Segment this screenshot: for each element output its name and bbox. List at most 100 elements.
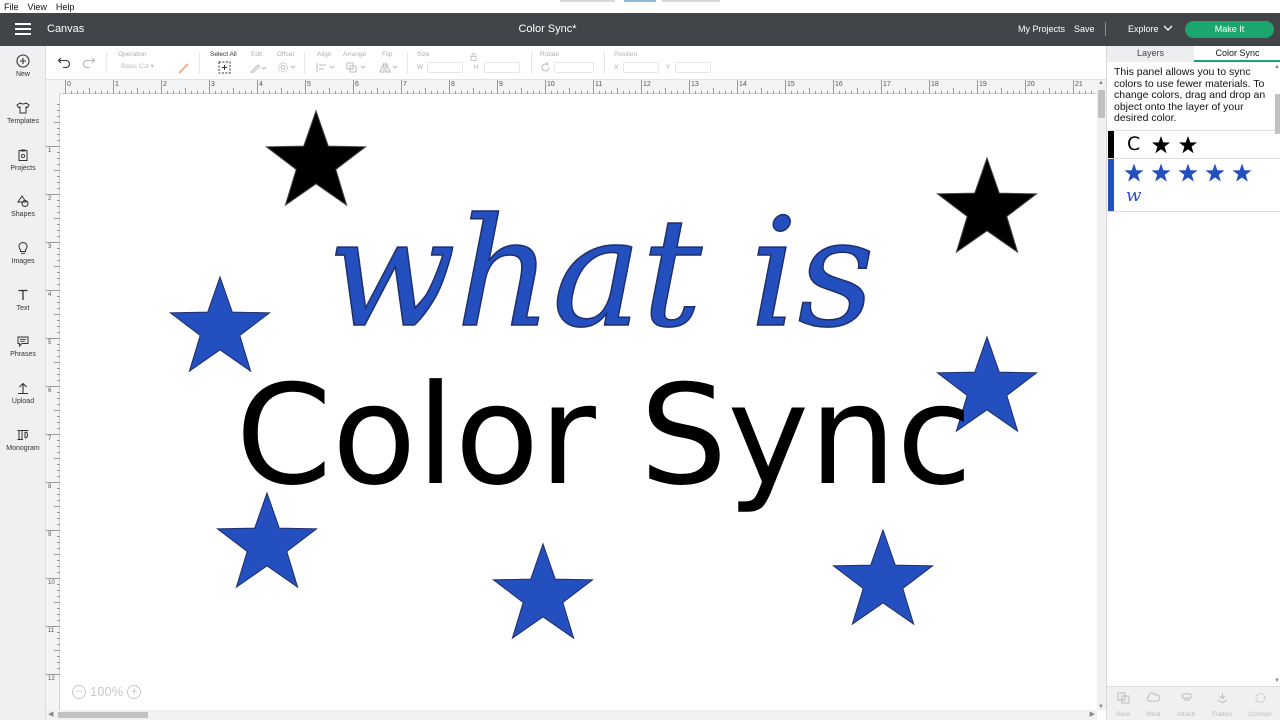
ruler-tick <box>57 392 60 393</box>
contour-button[interactable]: Contour <box>1245 691 1275 718</box>
ruler-tick <box>57 536 60 537</box>
ruler-tick <box>983 91 984 94</box>
menu-file[interactable]: File <box>4 2 19 12</box>
zoom-out-button[interactable]: − <box>72 684 86 699</box>
select-all-icon[interactable] <box>218 61 231 74</box>
menu-view[interactable]: View <box>28 2 47 12</box>
layer-thumb-stars-black[interactable] <box>1151 135 1207 155</box>
scrollbar-thumb[interactable] <box>1275 94 1280 134</box>
rotate-input[interactable] <box>554 62 594 73</box>
ruler-tick <box>57 212 60 213</box>
flip-icon[interactable] <box>379 62 399 73</box>
layer-thumb-letter[interactable]: C <box>1127 133 1140 155</box>
rotate-icon <box>541 62 550 72</box>
weld-button[interactable]: Weld <box>1138 691 1168 718</box>
ruler-tick <box>1025 80 1026 94</box>
ruler-tick <box>509 91 510 94</box>
operation-select[interactable]: Basic Cut ▾ <box>118 62 173 73</box>
zoom-in-button[interactable]: + <box>127 684 142 699</box>
ruler-tick <box>971 91 972 94</box>
ruler-tick <box>57 464 60 465</box>
ruler-tick <box>443 91 444 94</box>
redo-icon[interactable] <box>82 56 96 68</box>
make-it-button[interactable]: Make It <box>1185 21 1274 38</box>
sidebar-item-projects[interactable]: Projects <box>0 148 46 172</box>
ruler-number: 5 <box>307 81 311 88</box>
sidebar-item-monogram[interactable]: Monogram <box>0 428 46 452</box>
ruler-tick <box>57 374 60 375</box>
ruler-tick <box>57 380 60 381</box>
ruler-number: 8 <box>451 81 455 88</box>
flatten-icon <box>1217 693 1227 704</box>
menu-help[interactable]: Help <box>56 2 75 12</box>
edit-label: Edit <box>251 51 263 58</box>
sidebar-item-upload[interactable]: Upload <box>0 381 46 405</box>
position-x-input[interactable] <box>623 62 659 73</box>
scrollbar-thumb[interactable] <box>58 712 148 718</box>
tab-layers[interactable]: Layers <box>1107 46 1194 62</box>
star-black-2[interactable] <box>936 157 1038 253</box>
arrange-icon[interactable] <box>346 62 368 73</box>
canvas-text-what-is[interactable]: what is <box>327 186 876 362</box>
ruler-tick <box>275 91 276 94</box>
ruler-tick <box>941 91 942 94</box>
sidebar-item-phrases[interactable]: Phrases <box>0 334 46 358</box>
ruler-tick <box>1085 91 1086 94</box>
layer-thumb-letter[interactable]: w <box>1126 185 1141 206</box>
sidebar-item-new[interactable]: New <box>0 54 46 78</box>
design-canvas[interactable]: what is Color Sync <box>61 95 1097 710</box>
ruler-tick <box>857 88 858 94</box>
sidebar-item-label: Templates <box>7 118 39 125</box>
ruler-tick <box>57 566 60 567</box>
sidebar-item-shapes[interactable]: Shapes <box>0 194 46 218</box>
star-blue-5[interactable] <box>832 529 934 625</box>
save-button[interactable]: Save <box>1074 24 1095 34</box>
my-projects-button[interactable]: My Projects <box>1018 24 1065 34</box>
ruler-tick <box>899 91 900 94</box>
align-icon[interactable] <box>316 62 336 73</box>
ruler-tick <box>359 91 360 94</box>
chevron-down-icon[interactable] <box>1163 24 1173 32</box>
ruler-tick <box>65 80 66 94</box>
panel-scrollbar[interactable]: ▲ ▼ <box>1274 64 1280 684</box>
ruler-tick <box>1079 91 1080 94</box>
explore-button[interactable]: Explore <box>1128 24 1159 34</box>
ruler-tick <box>57 260 60 261</box>
arrange-label: Arrange <box>343 51 367 58</box>
slice-button[interactable]: Slice <box>1108 691 1138 718</box>
color-sync-row-black[interactable]: C <box>1107 130 1280 158</box>
star-blue-4[interactable] <box>492 543 594 639</box>
edit-pen-icon[interactable] <box>249 62 267 73</box>
sidebar-item-text[interactable]: Text <box>0 288 46 312</box>
attach-label: Attach <box>1176 711 1196 718</box>
layer-thumb-stars-blue[interactable] <box>1123 162 1253 184</box>
pen-color-icon[interactable] <box>178 62 190 74</box>
tab-color-sync[interactable]: Color Sync <box>1194 46 1280 62</box>
ruler-tick <box>137 88 138 94</box>
scrollbar-thumb[interactable] <box>1098 90 1105 118</box>
width-input[interactable] <box>427 62 463 73</box>
color-sync-description: This panel allows you to sync colors to … <box>1114 66 1266 124</box>
ruler-tick <box>57 248 60 249</box>
ruler-tick <box>57 656 60 657</box>
flatten-button[interactable]: Flatten <box>1207 691 1237 718</box>
lock-icon[interactable] <box>470 53 477 61</box>
ruler-tick <box>299 91 300 94</box>
height-input[interactable] <box>484 62 520 73</box>
vertical-scrollbar[interactable]: ▲ ▼ <box>1097 80 1106 710</box>
horizontal-scrollbar[interactable]: ◀ ▶ <box>46 710 1097 720</box>
attach-button[interactable]: Attach <box>1171 691 1201 718</box>
ruler-tick <box>959 91 960 94</box>
canvas-text-color-sync[interactable]: Color Sync <box>236 355 973 516</box>
sidebar-item-images[interactable]: Images <box>0 241 46 265</box>
ruler-tick <box>57 224 60 225</box>
contour-icon <box>1255 693 1265 703</box>
toolbar-divider <box>531 52 532 74</box>
ruler-tick <box>947 91 948 94</box>
color-sync-row-blue[interactable]: w <box>1107 158 1280 212</box>
offset-icon[interactable] <box>277 62 297 73</box>
sidebar-item-templates[interactable]: Templates <box>0 101 46 125</box>
position-y-input[interactable] <box>675 62 711 73</box>
undo-icon[interactable] <box>57 56 71 68</box>
ruler-tick <box>57 662 60 663</box>
